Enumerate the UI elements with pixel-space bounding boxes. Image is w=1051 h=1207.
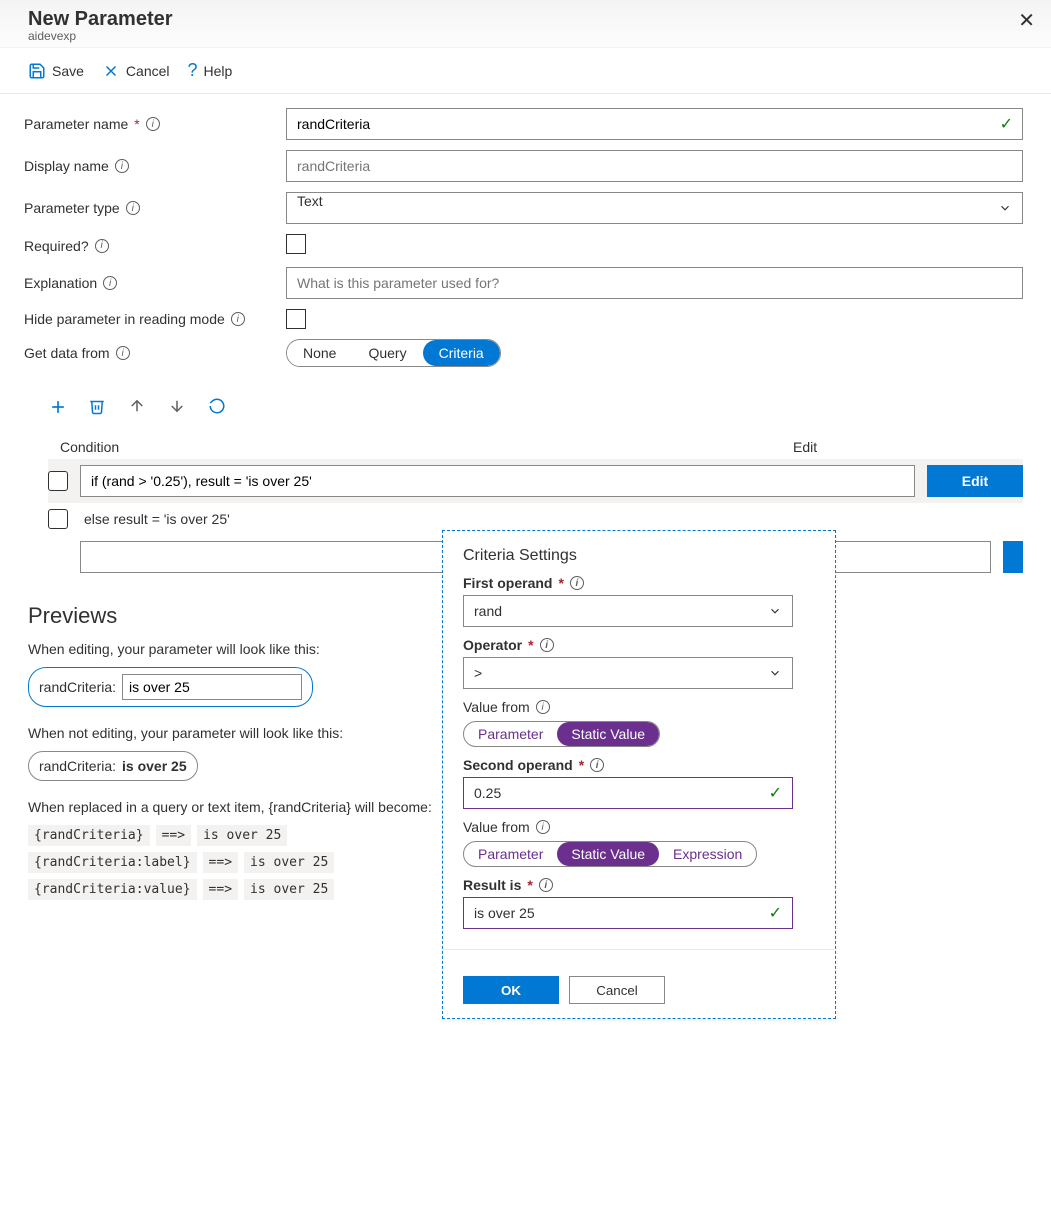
move-up-icon[interactable] [128,397,146,415]
second-operand-input[interactable]: 0.25 [463,777,793,809]
hide-param-label: Hide parameter in reading modei [24,311,286,327]
col-condition-label: Condition [60,439,119,455]
result-is-input[interactable]: is over 25 [463,897,793,929]
display-name-label: Display namei [24,158,286,174]
panel-header: New Parameter aidevexp ✕ [0,0,1051,48]
save-button[interactable]: Save [28,62,84,80]
chip-value: is over 25 [122,758,187,774]
get-data-toggle: None Query Criteria [286,339,501,367]
info-icon[interactable]: i [590,758,604,772]
first-operand-label: First operand*i [463,575,815,591]
page-subtitle: aidevexp [28,29,1023,43]
param-type-label: Parameter typei [24,200,286,216]
param-type-select[interactable]: Text [286,192,1023,224]
col-edit-label: Edit [793,439,1023,455]
popup-title: Criteria Settings [463,547,815,565]
get-data-none[interactable]: None [287,340,352,366]
info-icon[interactable]: i [116,346,130,360]
save-label: Save [52,63,84,79]
row-checkbox[interactable] [48,471,68,491]
cancel-button[interactable]: Cancel [569,976,665,1004]
value-from-static[interactable]: Static Value [557,842,659,866]
condition-text: else result = 'is over 25' [80,511,1023,527]
cancel-icon [102,62,120,80]
param-name-input[interactable] [286,108,1023,140]
info-icon[interactable]: i [115,159,129,173]
chip-label: randCriteria: [39,758,116,774]
cancel-button[interactable]: Cancel [102,62,170,80]
criteria-settings-popup: Criteria Settings First operand*i rand O… [442,530,836,1019]
value-from-label-2: Value fromi [463,819,815,835]
get-data-query[interactable]: Query [352,340,422,366]
info-icon[interactable]: i [539,878,553,892]
explanation-input[interactable] [286,267,1023,299]
operator-label: Operator*i [463,637,815,653]
value-from-toggle-2: Parameter Static Value Expression [463,841,757,867]
chevron-down-icon [768,604,782,618]
result-is-label: Result is*i [463,877,815,893]
help-button[interactable]: ? Help [188,60,233,81]
info-icon[interactable]: i [536,700,550,714]
help-label: Help [204,63,233,79]
value-from-expression[interactable]: Expression [659,842,756,866]
help-icon: ? [188,60,198,81]
ok-button[interactable]: OK [463,976,559,1004]
chip-label: randCriteria: [39,679,116,695]
explanation-label: Explanationi [24,275,286,291]
first-operand-select[interactable]: rand [463,595,793,627]
value-from-label-1: Value fromi [463,699,815,715]
info-icon[interactable]: i [146,117,160,131]
required-label: Required?i [24,238,286,254]
add-icon[interactable] [48,397,66,415]
info-icon[interactable]: i [540,638,554,652]
value-from-parameter[interactable]: Parameter [464,842,557,866]
criteria-toolbar [48,397,1023,415]
get-data-criteria[interactable]: Criteria [423,340,500,366]
value-from-static[interactable]: Static Value [557,722,659,746]
move-down-icon[interactable] [168,397,186,415]
info-icon[interactable]: i [103,276,117,290]
row-checkbox[interactable] [48,509,68,529]
form-area: Parameter name*i Display namei Parameter… [0,94,1051,367]
criteria-row: Edit [48,459,1023,503]
operator-select[interactable]: > [463,657,793,689]
display-name-input[interactable] [286,150,1023,182]
close-icon[interactable]: ✕ [1018,8,1035,33]
save-icon [28,62,46,80]
required-checkbox[interactable] [286,234,306,254]
hide-param-checkbox[interactable] [286,309,306,329]
info-icon[interactable]: i [536,820,550,834]
chevron-down-icon [998,201,1012,215]
chevron-down-icon [768,666,782,680]
info-icon[interactable]: i [126,201,140,215]
get-data-label: Get data fromi [24,345,286,361]
condition-input[interactable] [80,465,915,497]
value-from-toggle-1: Parameter Static Value [463,721,660,747]
edit-button[interactable]: Edit [927,465,1023,497]
preview-chip-editing[interactable]: randCriteria: [28,667,313,707]
popup-footer: OK Cancel [443,949,835,1018]
info-icon[interactable]: i [95,239,109,253]
criteria-header-row: Condition Edit [48,435,1023,459]
chip-input[interactable] [122,674,302,700]
value-from-parameter[interactable]: Parameter [464,722,557,746]
preview-chip-readonly: randCriteria: is over 25 [28,751,198,781]
param-name-label: Parameter name*i [24,116,286,132]
page-title: New Parameter [28,8,1023,31]
edit-button-stub[interactable] [1003,541,1023,573]
info-icon[interactable]: i [570,576,584,590]
delete-icon[interactable] [88,397,106,415]
toolbar: Save Cancel ? Help [0,48,1051,94]
info-icon[interactable]: i [231,312,245,326]
cancel-label: Cancel [126,63,170,79]
refresh-icon[interactable] [208,397,226,415]
second-operand-label: Second operand*i [463,757,815,773]
